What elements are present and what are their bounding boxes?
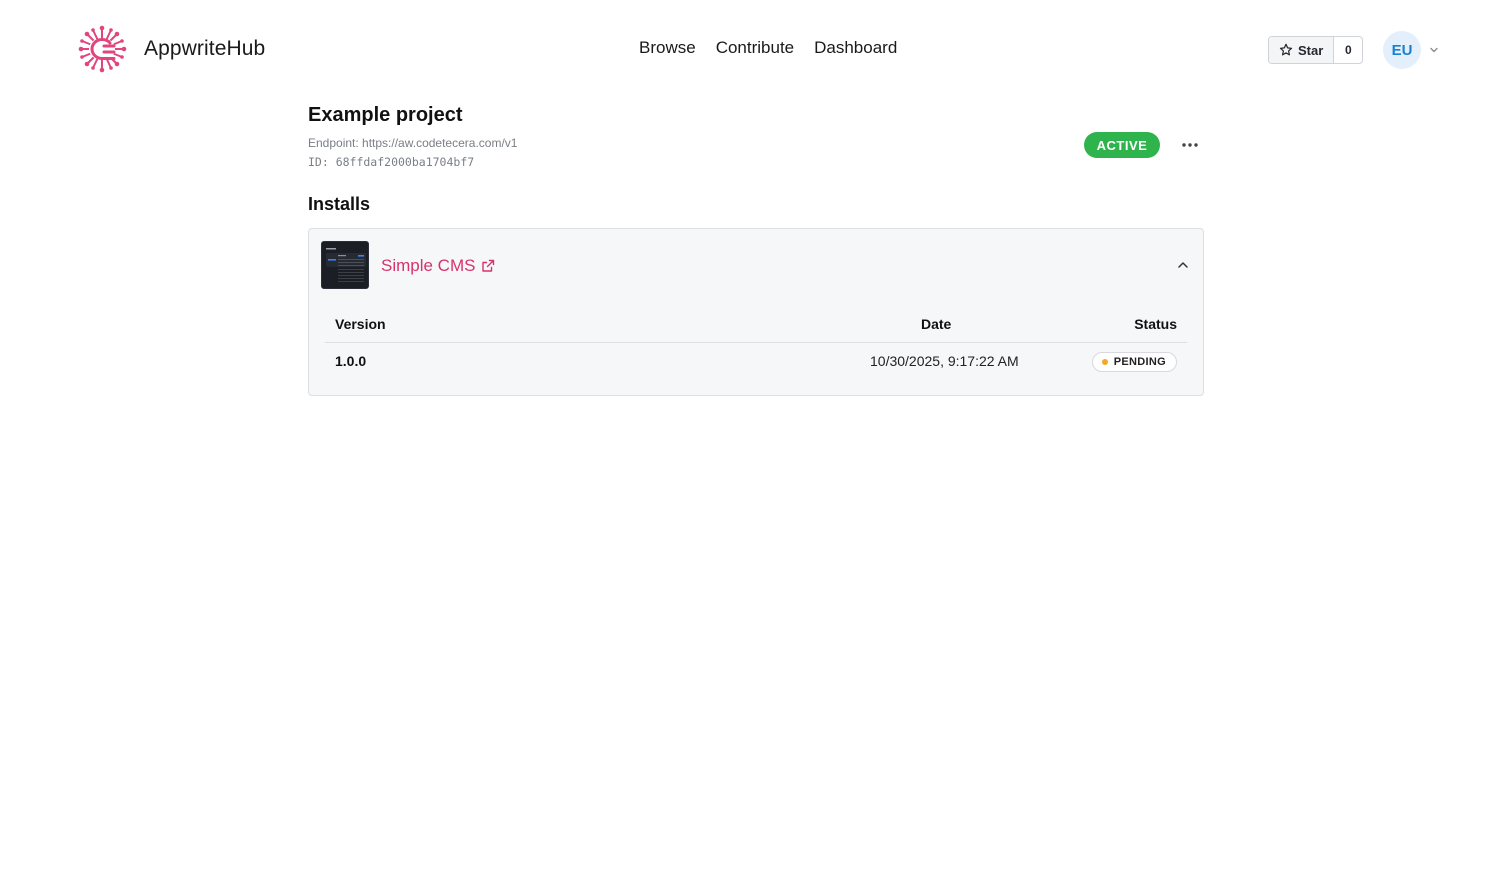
install-card: Simple CMS Version Date Status 1.0.0 10/… <box>308 228 1204 396</box>
column-header-date: Date <box>921 316 952 332</box>
chevron-down-icon[interactable] <box>1428 44 1440 56</box>
nav-contribute-link[interactable]: Contribute <box>716 38 794 58</box>
star-count[interactable]: 0 <box>1334 37 1362 63</box>
date-cell: 10/30/2025, 9:17:22 AM <box>870 353 1019 369</box>
nav-browse-link[interactable]: Browse <box>639 38 696 58</box>
app-thumbnail <box>321 241 369 289</box>
status-badge: PENDING <box>1091 352 1177 372</box>
github-star-widget: Star 0 <box>1268 36 1364 64</box>
install-versions-table: Version Date Status 1.0.0 10/30/2025, 9:… <box>325 309 1187 381</box>
project-title: Example project <box>308 104 463 126</box>
column-header-status: Status <box>1134 316 1177 332</box>
column-header-version: Version <box>335 316 386 332</box>
external-link-icon <box>482 259 495 272</box>
version-cell: 1.0.0 <box>335 353 367 369</box>
nav-dashboard-link[interactable]: Dashboard <box>814 38 897 58</box>
appwritehub-logo-icon <box>78 25 127 73</box>
table-header: Version Date Status <box>325 309 1187 343</box>
brand-name: AppwriteHub <box>144 37 266 60</box>
table-row: 1.0.0 10/30/2025, 9:17:22 AM PENDING <box>325 343 1187 381</box>
installs-heading: Installs <box>308 194 371 214</box>
more-horizontal-icon <box>1182 143 1198 147</box>
chevron-up-icon[interactable] <box>1175 257 1191 273</box>
status-dot <box>1101 359 1108 365</box>
project-id: ID: 68ffdaf2000ba1704bf7 <box>308 155 475 169</box>
top-nav-bar: AppwriteHub Browse Contribute Dashboard … <box>0 0 1512 100</box>
app-name: Simple CMS <box>381 256 476 275</box>
project-more-button[interactable] <box>1176 134 1204 156</box>
app-link[interactable]: Simple CMS <box>381 256 495 276</box>
star-icon <box>1279 43 1293 56</box>
brand-home-link[interactable]: AppwriteHub <box>74 22 265 76</box>
main-nav: Browse Contribute Dashboard <box>639 38 897 58</box>
user-avatar[interactable]: EU <box>1383 31 1421 69</box>
project-status-badge: ACTIVE <box>1084 132 1160 158</box>
star-label: Star <box>1298 42 1324 58</box>
star-button[interactable]: Star <box>1269 37 1335 63</box>
project-endpoint: Endpoint: https://aw.codetecera.com/v1 <box>308 136 518 150</box>
status-label: PENDING <box>1113 356 1166 368</box>
app-screenshot-image <box>322 242 368 288</box>
